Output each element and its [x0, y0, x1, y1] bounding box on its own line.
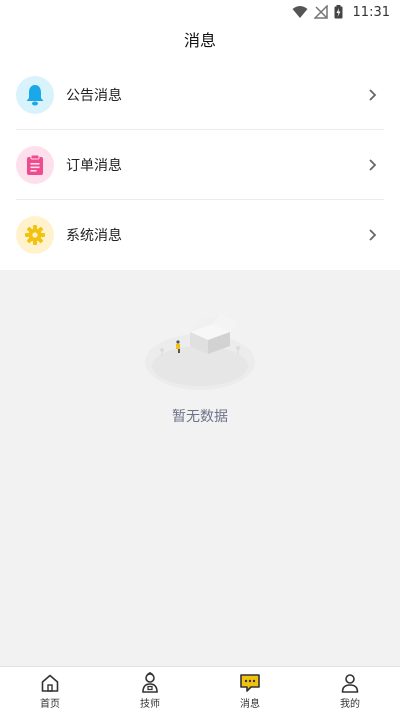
announcement-messages-label: 公告消息	[66, 88, 122, 104]
empty-state-text: 暂无数据	[172, 409, 228, 425]
tab-home-label: 首页	[40, 698, 60, 710]
chevron-right-icon	[360, 88, 384, 102]
message-icon	[239, 672, 261, 694]
battery-charging-icon	[334, 5, 343, 19]
tab-messages[interactable]: 消息	[200, 667, 300, 712]
chevron-right-icon	[360, 158, 384, 172]
gear-icon	[25, 225, 45, 245]
page-header: 消息	[0, 24, 400, 60]
wifi-icon	[292, 6, 308, 18]
page-title: 消息	[183, 31, 216, 50]
status-bar: 11:31	[0, 0, 400, 24]
tab-home[interactable]: 首页	[0, 667, 100, 712]
system-icon-circle	[16, 216, 54, 254]
tab-technician[interactable]: 技师	[100, 667, 200, 712]
clipboard-icon	[27, 154, 43, 175]
tab-mine[interactable]: 我的	[300, 667, 400, 712]
announcement-messages-item[interactable]: 公告消息	[0, 60, 400, 130]
system-messages-item[interactable]: 系统消息	[0, 200, 400, 270]
empty-state: 暂无数据	[0, 270, 400, 666]
bottom-tab-bar: 首页 技师 消息 我的	[0, 666, 400, 712]
tab-technician-label: 技师	[140, 698, 160, 710]
order-messages-item[interactable]: 订单消息	[0, 130, 400, 200]
user-icon	[339, 672, 361, 694]
announcement-icon-circle	[16, 76, 54, 114]
bell-icon	[26, 85, 44, 106]
tab-mine-label: 我的	[340, 698, 360, 710]
home-icon	[39, 672, 61, 694]
status-time: 11:31	[352, 4, 390, 20]
empty-box-illustration	[145, 314, 255, 390]
technician-icon	[139, 671, 161, 694]
order-messages-label: 订单消息	[66, 158, 122, 174]
system-messages-label: 系统消息	[66, 228, 122, 244]
no-signal-icon	[313, 5, 328, 19]
chevron-right-icon	[360, 228, 384, 242]
order-icon-circle	[16, 146, 54, 184]
message-category-list: 公告消息 订单消息 系统消息	[0, 60, 400, 270]
tab-messages-label: 消息	[240, 698, 260, 710]
